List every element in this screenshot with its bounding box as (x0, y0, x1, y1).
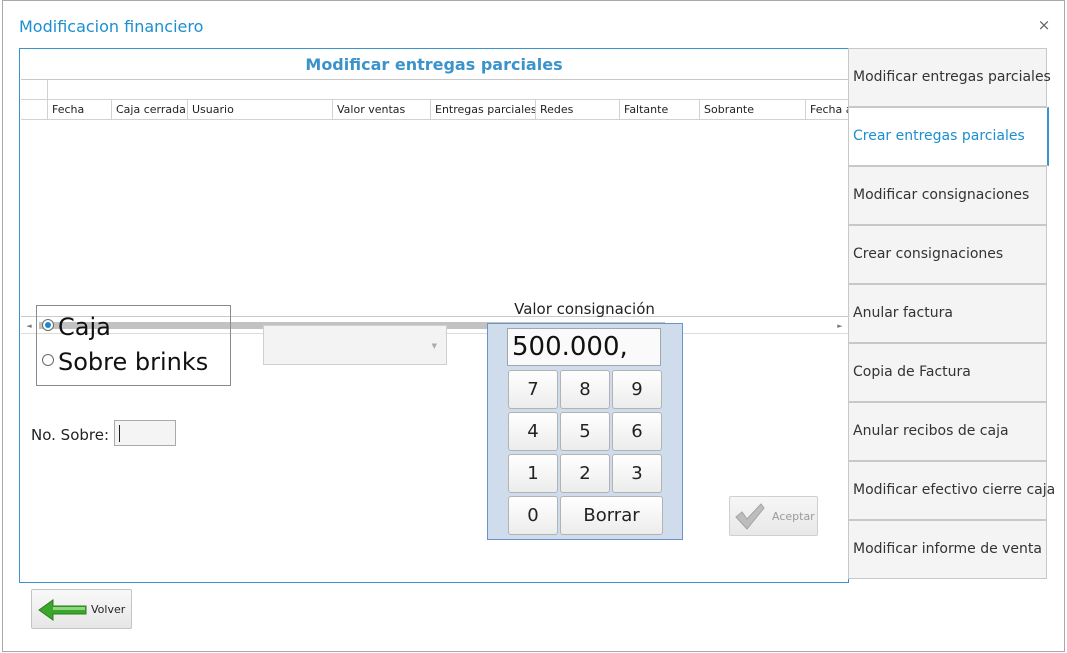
numeric-keypad: 500.000, 7 8 9 4 5 6 1 2 3 0 Borrar (487, 323, 683, 540)
key-8[interactable]: 8 (560, 370, 610, 409)
deposit-type-group: Caja Sobre brinks (36, 305, 231, 386)
radio-unselected-icon[interactable] (42, 354, 54, 366)
column-header-fecha[interactable]: Fecha (48, 100, 112, 120)
column-header-fecha-a[interactable]: Fecha a (806, 100, 848, 120)
scroll-right-icon[interactable]: ► (832, 318, 848, 334)
key-6[interactable]: 6 (612, 412, 662, 451)
key-7[interactable]: 7 (508, 370, 558, 409)
sobre-number-input[interactable] (114, 420, 176, 446)
volver-label: Volver (91, 603, 126, 616)
checkmark-icon (735, 503, 765, 530)
radio-caja-label: Caja (58, 313, 111, 341)
window-title: Modificacion financiero (19, 17, 204, 36)
data-grid[interactable]: Fecha Caja cerrada Usuario Valor ventas … (21, 79, 848, 317)
scroll-left-icon[interactable]: ◄ (21, 318, 37, 334)
main-panel: Modificar entregas parciales Fecha Caja … (19, 48, 849, 583)
grid-header: Fecha Caja cerrada Usuario Valor ventas … (21, 100, 848, 120)
side-menu: Modificar entregas parciales Crear entre… (848, 48, 1055, 579)
borrar-button[interactable]: Borrar (560, 496, 663, 535)
menu-item-copia-de-factura[interactable]: Copia de Factura (848, 343, 1047, 402)
sobre-number-label: No. Sobre: (31, 426, 110, 444)
grid-corner-cell (21, 80, 48, 100)
menu-item-modificar-entregas-parciales[interactable]: Modificar entregas parciales (848, 48, 1051, 107)
column-header-faltante[interactable]: Faltante (620, 100, 700, 120)
key-1[interactable]: 1 (508, 454, 558, 493)
text-caret (119, 425, 120, 442)
key-4[interactable]: 4 (508, 412, 558, 451)
key-2[interactable]: 2 (560, 454, 610, 493)
radio-caja[interactable]: Caja (42, 313, 111, 341)
column-header-caja-cerrada[interactable]: Caja cerrada (112, 100, 188, 120)
grid-body (21, 120, 848, 270)
key-5[interactable]: 5 (560, 412, 610, 451)
column-header-usuario[interactable]: Usuario (188, 100, 333, 120)
column-header-valor-ventas[interactable]: Valor ventas (333, 100, 431, 120)
arrow-left-icon (38, 599, 87, 621)
radio-selected-icon[interactable] (42, 319, 54, 331)
radio-sobre-brinks-label: Sobre brinks (58, 348, 209, 376)
menu-item-crear-consignaciones[interactable]: Crear consignaciones (848, 225, 1047, 284)
menu-item-modificar-efectivo-cierre-caja[interactable]: Modificar efectivo cierre caja (848, 461, 1055, 520)
aceptar-button[interactable]: Aceptar (729, 496, 818, 536)
column-header-redes[interactable]: Redes (536, 100, 620, 120)
menu-item-anular-factura[interactable]: Anular factura (848, 284, 1047, 343)
key-0[interactable]: 0 (508, 496, 558, 535)
valor-consignacion-label: Valor consignación (514, 300, 655, 318)
key-3[interactable]: 3 (612, 454, 662, 493)
radio-sobre-brinks[interactable]: Sobre brinks (42, 348, 208, 376)
column-header-entregas-parciales[interactable]: Entregas parciales (431, 100, 536, 120)
grid-group-row (21, 80, 848, 100)
account-select[interactable]: ▼ (263, 325, 447, 365)
menu-item-anular-recibos-de-caja[interactable]: Anular recibos de caja (848, 402, 1047, 461)
panel-title: Modificar entregas parciales (305, 55, 563, 74)
menu-item-crear-entregas-parciales[interactable]: Crear entregas parciales (848, 107, 1049, 166)
menu-item-modificar-informe-de-venta[interactable]: Modificar informe de venta (848, 520, 1047, 579)
menu-item-modificar-consignaciones[interactable]: Modificar consignaciones (848, 166, 1047, 225)
column-header-sobrante[interactable]: Sobrante (700, 100, 806, 120)
close-icon[interactable]: × (1037, 18, 1051, 33)
grid-row-header (21, 100, 48, 120)
volver-button[interactable]: Volver (31, 589, 132, 629)
key-9[interactable]: 9 (612, 370, 662, 409)
amount-display[interactable]: 500.000, (507, 328, 661, 366)
aceptar-label: Aceptar (772, 510, 815, 523)
chevron-down-icon[interactable]: ▼ (432, 342, 437, 350)
